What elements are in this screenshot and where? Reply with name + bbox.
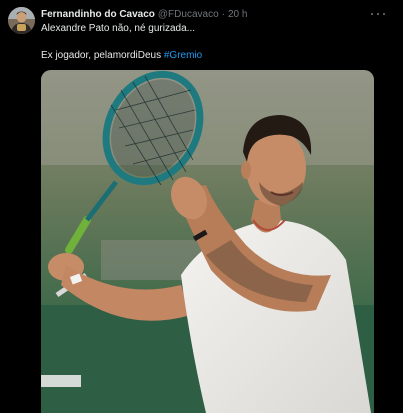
tweet-text-line1: Alexandre Pato não, né gurizada... [41,23,195,34]
author-handle[interactable]: @FDucavaco [158,9,219,21]
timestamp[interactable]: 20 h [228,9,247,21]
author-name[interactable]: Fernandinho do Cavaco [41,9,155,21]
person-avatar-icon [8,7,35,34]
separator-dot: · [221,9,225,20]
avatar[interactable] [8,7,35,34]
more-options-icon[interactable] [371,8,385,20]
tweet-header: Fernandinho do Cavaco @FDucavaco · 20 h [41,9,367,21]
tweet[interactable]: Fernandinho do Cavaco @FDucavaco · 20 h … [0,0,403,413]
tweet-text-line2: Ex jogador, pelamordiDeus #Gremio [41,50,202,62]
tweet-text-prefix: Ex jogador, pelamordiDeus [41,50,164,61]
tweet-media-image[interactable] [41,70,374,413]
hashtag-link[interactable]: #Gremio [164,50,202,61]
photo-tennis-player [41,70,374,413]
